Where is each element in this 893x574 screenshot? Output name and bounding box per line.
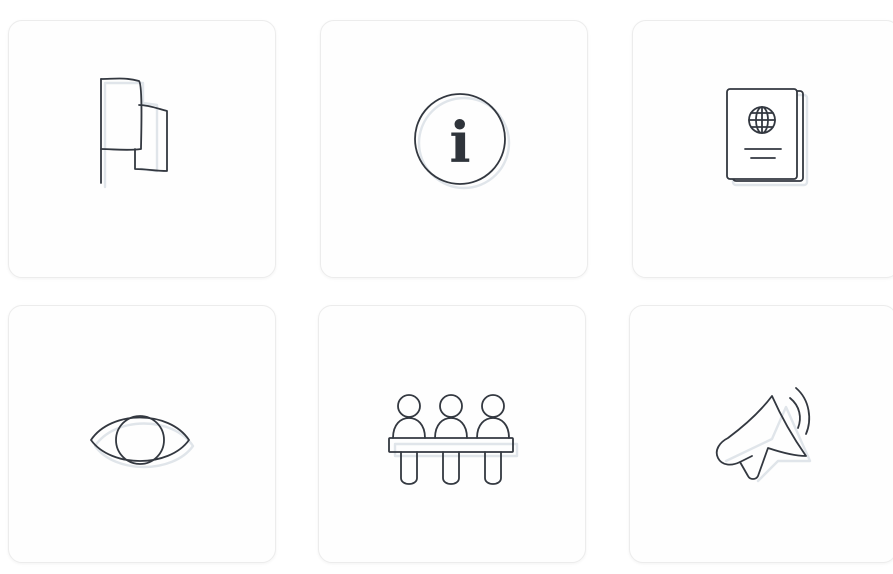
tile-flag[interactable]: [8, 20, 276, 278]
info-glyph: i: [449, 110, 470, 176]
tile-megaphone[interactable]: [629, 305, 893, 563]
info-icon: i: [414, 93, 511, 190]
icon-grid: i: [0, 0, 893, 574]
flag-icon: [100, 77, 168, 189]
megaphone-icon: [715, 387, 812, 483]
passport-icon: [726, 88, 809, 187]
tile-eye[interactable]: [8, 305, 276, 563]
audience-icon: [388, 394, 519, 485]
tile-info[interactable]: i: [320, 20, 588, 278]
tile-passport[interactable]: [632, 20, 893, 278]
eye-icon: [90, 415, 195, 469]
tile-audience[interactable]: [318, 305, 586, 563]
